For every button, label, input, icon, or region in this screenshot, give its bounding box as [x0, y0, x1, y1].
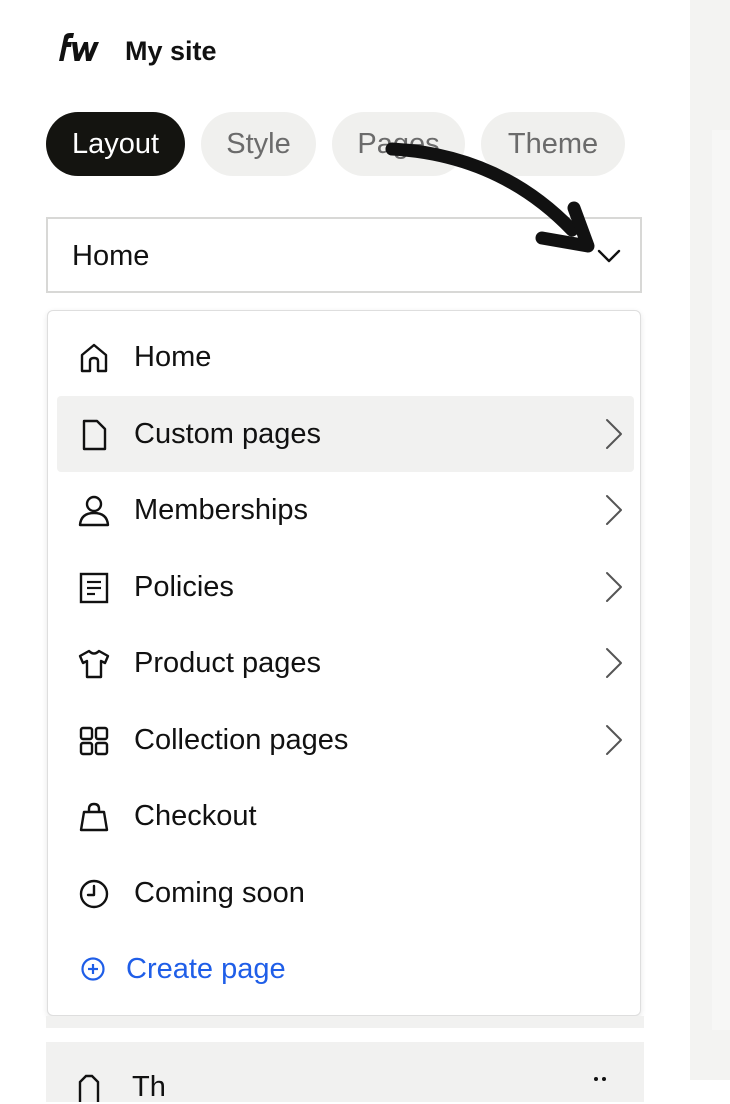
menu-item-label: Collection pages [134, 724, 349, 756]
tab-pages[interactable]: Pages [332, 112, 465, 176]
home-icon [80, 343, 108, 373]
menu-item-custom-pages[interactable]: Custom pages [57, 396, 634, 472]
menu-item-home[interactable]: Home [57, 319, 634, 395]
plus-circle-icon [81, 957, 105, 981]
grid-icon [79, 726, 109, 756]
page-icon [82, 419, 107, 451]
chevron-right-icon [606, 419, 622, 449]
section-strip [46, 1016, 644, 1028]
menu-item-label: Coming soon [134, 877, 305, 909]
menu-item-collection-pages[interactable]: Collection pages [57, 702, 634, 778]
tshirt-icon [78, 649, 110, 679]
chevron-right-icon [606, 495, 622, 525]
chevron-right-icon [606, 725, 622, 755]
create-page-label: Create page [126, 953, 286, 985]
menu-item-checkout[interactable]: Checkout [57, 778, 634, 854]
tab-theme[interactable]: Theme [481, 112, 625, 176]
menu-item-coming-soon[interactable]: Coming soon [57, 855, 634, 931]
tab-layout[interactable]: Layout [46, 112, 185, 176]
section-row-theme[interactable]: Th [46, 1042, 644, 1103]
tab-style[interactable]: Style [201, 112, 316, 176]
create-page-button[interactable]: Create page [57, 931, 634, 1007]
menu-item-label: Policies [134, 571, 234, 603]
menu-item-label: Product pages [134, 647, 322, 679]
section-row-label: Th [132, 1071, 166, 1103]
chevron-right-icon [606, 572, 622, 602]
shopping-bag-icon [79, 802, 109, 832]
chevron-right-icon [606, 648, 622, 678]
menu-item-product-pages[interactable]: Product pages [57, 625, 634, 701]
menu-item-label: Checkout [134, 800, 257, 832]
section-icon [78, 1074, 100, 1102]
menu-item-label: Custom pages [134, 418, 321, 450]
editor-sidebar: My site Layout Style Pages Theme Home Ho… [0, 0, 690, 1103]
fw-logo-icon [59, 33, 99, 61]
site-title: My site [125, 36, 217, 66]
menu-item-memberships[interactable]: Memberships [57, 472, 634, 548]
document-list-icon [79, 572, 109, 604]
menu-item-label: Memberships [134, 494, 309, 526]
menu-item-policies[interactable]: Policies [57, 549, 634, 625]
chevron-down-icon [597, 249, 621, 263]
menu-item-label: Home [134, 341, 212, 373]
user-icon [78, 495, 110, 527]
page-menu: Home Custom pages Memberships Policies P… [47, 310, 641, 1016]
page-select-value: Home [72, 240, 150, 272]
preview-canvas-card [712, 130, 730, 1030]
clock-icon [79, 879, 109, 909]
page-select-dropdown[interactable]: Home [46, 217, 642, 293]
drag-handle-icon[interactable] [592, 1074, 608, 1084]
